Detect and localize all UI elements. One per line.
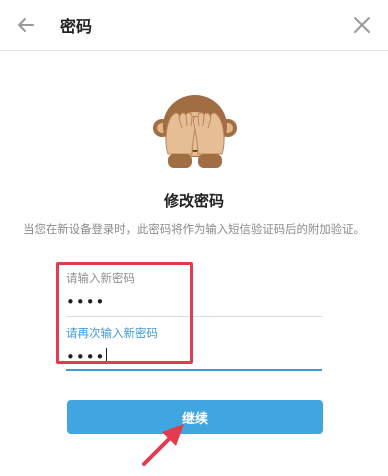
header-bar: 密码: [0, 0, 388, 51]
arrow-left-icon: [18, 18, 34, 32]
red-pointer-arrow: [138, 420, 188, 470]
page-title: 密码: [60, 17, 93, 36]
annotation-highlight-box: [56, 262, 193, 364]
see-no-evil-monkey-icon: [152, 84, 238, 170]
close-icon: [354, 17, 370, 33]
close-button[interactable]: [350, 13, 374, 37]
confirm-password-underline: [66, 369, 322, 371]
description-text: 当您在新设备登录时，此密码将作为输入短信验证码后的附加验证。: [23, 222, 365, 236]
section-heading: 修改密码: [163, 192, 224, 210]
back-button[interactable]: [12, 11, 40, 39]
continue-button[interactable]: 继续: [67, 400, 323, 434]
